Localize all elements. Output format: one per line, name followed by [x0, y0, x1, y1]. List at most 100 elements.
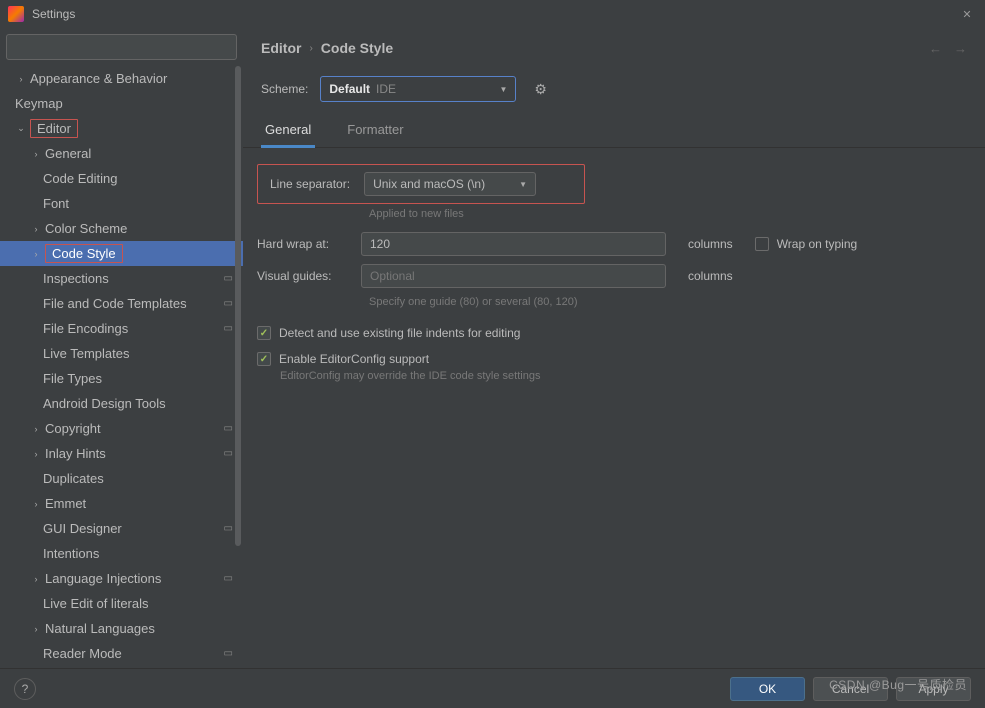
tree-item-natural-languages[interactable]: ›Natural Languages	[0, 616, 243, 641]
tree-item-label: Live Edit of literals	[43, 596, 149, 611]
tree-item-live-templates[interactable]: Live Templates	[0, 341, 243, 366]
tree-item-android-design-tools[interactable]: Android Design Tools	[0, 391, 243, 416]
search-input[interactable]	[6, 34, 237, 60]
tree-item-intentions[interactable]: Intentions	[0, 541, 243, 566]
tree-item-duplicates[interactable]: Duplicates	[0, 466, 243, 491]
breadcrumb-sep-icon: ›	[309, 43, 312, 54]
tree-item-label: File and Code Templates	[43, 296, 187, 311]
ok-button[interactable]: OK	[730, 677, 805, 701]
close-icon[interactable]: ✕	[957, 4, 977, 24]
tree-item-label: Inlay Hints	[45, 446, 106, 461]
settings-tree[interactable]: ›Appearance & BehaviorKeymap⌄Editor›Gene…	[0, 66, 243, 668]
tree-item-language-injections[interactable]: ›Language Injections▭	[0, 566, 243, 591]
window-title: Settings	[32, 7, 957, 21]
line-sep-value: Unix and macOS (\n)	[373, 177, 485, 191]
chevron-right-icon: ›	[30, 424, 42, 434]
project-level-icon: ▭	[224, 523, 233, 534]
line-sep-label: Line separator:	[270, 177, 350, 191]
gear-icon[interactable]: ⚙	[534, 81, 547, 98]
tree-item-label: Emmet	[45, 496, 86, 511]
tree-item-label: Appearance & Behavior	[30, 71, 167, 86]
project-level-icon: ▭	[224, 448, 233, 459]
tree-item-file-encodings[interactable]: File Encodings▭	[0, 316, 243, 341]
tree-item-editor[interactable]: ⌄Editor	[0, 116, 243, 141]
scheme-select[interactable]: Default IDE ▼	[320, 76, 516, 102]
chevron-right-icon: ›	[15, 74, 27, 84]
hard-wrap-input[interactable]	[361, 232, 666, 256]
project-level-icon: ▭	[224, 573, 233, 584]
tree-item-label: General	[45, 146, 91, 161]
tree-item-label: Live Templates	[43, 346, 129, 361]
chevron-right-icon: ›	[30, 224, 42, 234]
tree-item-label: Natural Languages	[45, 621, 155, 636]
breadcrumb-editor[interactable]: Editor	[261, 40, 301, 56]
visual-guides-label: Visual guides:	[257, 269, 349, 283]
tree-item-appearance-behavior[interactable]: ›Appearance & Behavior	[0, 66, 243, 91]
line-sep-dropdown[interactable]: Unix and macOS (\n) ▼	[364, 172, 536, 196]
editorconfig-checkbox[interactable]	[257, 352, 271, 366]
tree-item-label: File Encodings	[43, 321, 128, 336]
tree-item-reader-mode[interactable]: Reader Mode▭	[0, 641, 243, 666]
tree-item-label: Color Scheme	[45, 221, 127, 236]
scheme-label: Scheme:	[261, 82, 308, 96]
tree-item-live-edit-of-literals[interactable]: Live Edit of literals	[0, 591, 243, 616]
columns-label-2: columns	[688, 269, 733, 283]
scheme-value: Default	[329, 82, 370, 96]
tree-item-code-style[interactable]: ›Code Style	[0, 241, 243, 266]
chevron-right-icon: ›	[30, 149, 42, 159]
chevron-right-icon: ›	[30, 499, 42, 509]
line-sep-hint: Applied to new files	[369, 208, 971, 220]
tree-item-file-types[interactable]: File Types	[0, 366, 243, 391]
tab-general[interactable]: General	[261, 114, 315, 148]
tree-item-label: Inspections	[43, 271, 109, 286]
tree-item-label: Font	[43, 196, 69, 211]
editorconfig-hint: EditorConfig may override the IDE code s…	[280, 370, 971, 382]
chevron-down-icon: ▼	[519, 180, 527, 189]
project-level-icon: ▭	[224, 273, 233, 284]
sidebar-scrollbar[interactable]	[233, 66, 243, 668]
tab-formatter[interactable]: Formatter	[343, 114, 407, 147]
tree-item-label: Intentions	[43, 546, 99, 561]
tree-item-label: GUI Designer	[43, 521, 122, 536]
nav-forward-icon[interactable]: →	[954, 41, 967, 56]
titlebar: Settings ✕	[0, 0, 985, 28]
tree-item-inspections[interactable]: Inspections ▭	[0, 266, 243, 291]
line-separator-block: Line separator: Unix and macOS (\n) ▼	[257, 164, 585, 204]
tree-item-label: File Types	[43, 371, 102, 386]
chevron-right-icon: ›	[30, 249, 42, 259]
tree-item-emmet[interactable]: ›Emmet	[0, 491, 243, 516]
wrap-on-typing-label: Wrap on typing	[777, 237, 858, 251]
project-level-icon: ▭	[224, 648, 233, 659]
tree-item-keymap[interactable]: Keymap	[0, 91, 243, 116]
nav-back-icon[interactable]: ←	[929, 41, 942, 56]
tree-item-color-scheme[interactable]: ›Color Scheme	[0, 216, 243, 241]
tree-item-code-editing[interactable]: Code Editing	[0, 166, 243, 191]
tree-item-copyright[interactable]: ›Copyright ▭	[0, 416, 243, 441]
visual-guides-hint: Specify one guide (80) or several (80, 1…	[369, 296, 971, 308]
hard-wrap-label: Hard wrap at:	[257, 237, 349, 251]
editorconfig-label: Enable EditorConfig support	[279, 352, 429, 366]
wrap-on-typing-checkbox[interactable]	[755, 237, 769, 251]
scrollbar-thumb[interactable]	[235, 66, 241, 546]
detect-indents-checkbox[interactable]	[257, 326, 271, 340]
settings-content: Editor › Code Style ← → Scheme: Default …	[243, 28, 985, 668]
chevron-down-icon: ⌄	[15, 123, 27, 134]
tree-item-label: Copyright	[45, 421, 101, 436]
tree-item-label: Code Style	[45, 244, 123, 263]
project-level-icon: ▭	[224, 423, 233, 434]
tree-item-inlay-hints[interactable]: ›Inlay Hints▭	[0, 441, 243, 466]
chevron-right-icon: ›	[30, 574, 42, 584]
detect-indents-label: Detect and use existing file indents for…	[279, 326, 520, 340]
tree-item-gui-designer[interactable]: GUI Designer ▭	[0, 516, 243, 541]
chevron-right-icon: ›	[30, 624, 42, 634]
tree-item-file-and-code-templates[interactable]: File and Code Templates▭	[0, 291, 243, 316]
breadcrumb-codestyle[interactable]: Code Style	[321, 40, 393, 56]
visual-guides-input[interactable]	[361, 264, 666, 288]
apply-button[interactable]: Apply	[896, 677, 971, 701]
tree-item-font[interactable]: Font	[0, 191, 243, 216]
app-icon	[8, 6, 24, 22]
tree-item-label: Code Editing	[43, 171, 117, 186]
cancel-button[interactable]: Cancel	[813, 677, 888, 701]
tree-item-general[interactable]: ›General	[0, 141, 243, 166]
help-button[interactable]: ?	[14, 678, 36, 700]
